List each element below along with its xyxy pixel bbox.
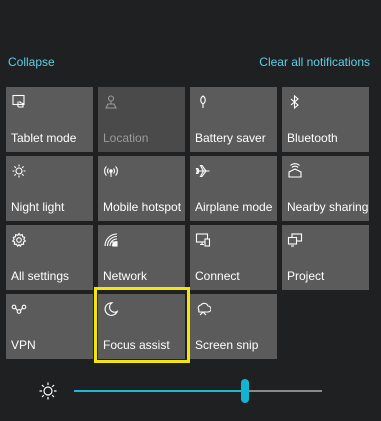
tile-location[interactable]: Location (98, 87, 185, 152)
tile-nearby-sharing[interactable]: Nearby sharing (282, 156, 369, 221)
tile-all-settings[interactable]: All settings (6, 225, 93, 290)
tile-label: Night light (11, 200, 65, 214)
location-icon (103, 94, 119, 110)
tile-label: Nearby sharing (287, 200, 369, 214)
action-center-header: Collapse Clear all notifications (8, 55, 370, 69)
connect-icon (195, 232, 211, 248)
night-light-icon (11, 163, 27, 179)
moon-icon (103, 301, 119, 317)
vpn-icon (11, 301, 27, 317)
bluetooth-icon (287, 94, 303, 110)
tile-airplane-mode[interactable]: Airplane mode (190, 156, 277, 221)
airplane-icon (195, 163, 211, 179)
tile-bluetooth[interactable]: Bluetooth (282, 87, 369, 152)
gear-icon (11, 232, 27, 248)
tile-project[interactable]: Project (282, 225, 369, 290)
tile-night-light[interactable]: Night light (6, 156, 93, 221)
tile-label: Location (103, 131, 149, 145)
tile-network[interactable]: Network (98, 225, 185, 290)
tile-label: Tablet mode (11, 131, 77, 145)
tile-label: Project (287, 269, 325, 283)
nearby-sharing-icon (287, 163, 303, 179)
tile-vpn[interactable]: VPN (6, 294, 93, 359)
tablet-mode-icon (11, 94, 27, 110)
tile-battery-saver[interactable]: Battery saver (190, 87, 277, 152)
tile-label: Network (103, 269, 148, 283)
tile-screen-snip[interactable]: Screen snip (190, 294, 277, 359)
quick-actions-grid: Tablet mode Location Battery saver Bluet… (6, 87, 369, 359)
brightness-slider-thumb[interactable] (241, 379, 250, 403)
screen-snip-icon (195, 301, 211, 317)
tile-label: Airplane mode (195, 200, 273, 214)
tile-mobile-hotspot[interactable]: Mobile hotspot (98, 156, 185, 221)
tile-connect[interactable]: Connect (190, 225, 277, 290)
tile-label: Mobile hotspot (103, 200, 182, 214)
tile-tablet-mode[interactable]: Tablet mode (6, 87, 93, 152)
tile-label: Focus assist (103, 338, 170, 352)
tile-focus-assist[interactable]: Focus assist (98, 294, 185, 359)
brightness-control (36, 378, 326, 404)
tile-label: All settings (11, 269, 70, 283)
network-icon (103, 232, 119, 248)
battery-saver-icon (195, 94, 211, 110)
tile-label: VPN (11, 338, 36, 352)
brightness-slider-fill (74, 390, 246, 392)
clear-all-notifications-link[interactable]: Clear all notifications (259, 55, 370, 69)
collapse-link[interactable]: Collapse (8, 55, 55, 69)
tile-label: Connect (195, 269, 240, 283)
brightness-slider[interactable] (74, 379, 322, 403)
tile-label: Battery saver (195, 131, 266, 145)
brightness-icon (38, 381, 58, 401)
mobile-hotspot-icon (103, 163, 119, 179)
project-icon (287, 232, 303, 248)
tile-label: Bluetooth (287, 131, 338, 145)
tile-label: Screen snip (195, 338, 259, 352)
